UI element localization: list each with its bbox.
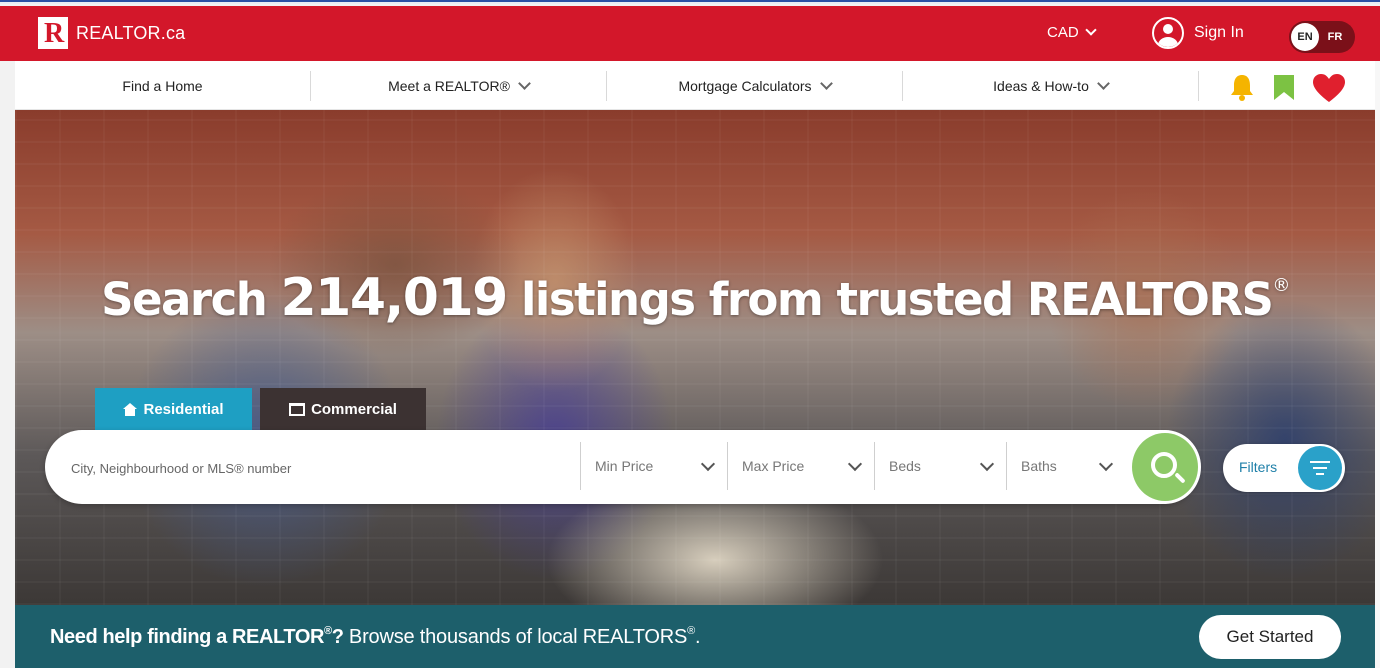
chevron-down-icon	[700, 456, 716, 471]
lang-en-option[interactable]: EN	[1291, 23, 1319, 51]
hero-title-suffix: listings from trusted REALTORS	[506, 273, 1274, 326]
building-icon	[289, 402, 306, 416]
banner-bold-end: ?	[331, 626, 344, 648]
sign-in-button[interactable]: Sign In	[1152, 17, 1244, 49]
get-started-button[interactable]: Get Started	[1199, 615, 1341, 659]
chevron-down-icon	[1096, 76, 1110, 90]
browser-top-line	[0, 0, 1380, 4]
currency-label: CAD	[1047, 24, 1079, 41]
banner-bold-text: Need help finding a REALTOR®?	[50, 625, 344, 648]
currency-selector[interactable]: CAD	[1047, 24, 1097, 41]
find-realtor-banner: Need help finding a REALTOR®? Browse tho…	[15, 605, 1375, 668]
main-nav: Find a Home Meet a REALTOR® Mortgage Cal…	[15, 61, 1375, 110]
registered-mark: ®	[324, 625, 332, 637]
bell-icon[interactable]	[1229, 73, 1255, 101]
nav-divider	[1198, 71, 1199, 101]
chevron-down-icon	[819, 76, 833, 90]
sign-in-label: Sign In	[1194, 24, 1244, 41]
chevron-down-icon	[1098, 456, 1114, 471]
tab-residential[interactable]: Residential	[95, 388, 252, 430]
nav-item-label: Ideas & How-to	[993, 77, 1089, 94]
banner-regular-label: Browse thousands of local REALTORS	[343, 626, 688, 648]
listing-count: 214,019	[280, 268, 508, 328]
logo-letter: R	[44, 18, 65, 49]
language-toggle[interactable]: EN FR	[1289, 21, 1355, 53]
banner-text: Need help finding a REALTOR®? Browse tho…	[50, 625, 701, 649]
nav-item-label: Meet a REALTOR®	[388, 77, 510, 94]
lang-fr-option[interactable]: FR	[1319, 31, 1351, 43]
dropdown-label: Beds	[889, 458, 921, 474]
filters-label: Filters	[1239, 459, 1278, 475]
tab-commercial[interactable]: Commercial	[260, 388, 426, 430]
filters-button[interactable]: Filters	[1223, 444, 1345, 492]
search-button[interactable]	[1129, 430, 1201, 504]
nav-item-label: Find a Home	[122, 77, 203, 94]
nav-ideas-how-to[interactable]: Ideas & How-to	[903, 61, 1198, 110]
beds-dropdown[interactable]: Beds	[874, 442, 1006, 490]
registered-mark: ®	[1272, 275, 1290, 296]
nav-find-a-home[interactable]: Find a Home	[15, 61, 310, 110]
chevron-down-icon	[979, 456, 995, 471]
nav-item-label: Mortgage Calculators	[678, 77, 812, 94]
dropdown-label: Baths	[1021, 458, 1057, 474]
hero-title-prefix: Search	[101, 273, 281, 326]
max-price-dropdown[interactable]: Max Price	[727, 442, 874, 490]
top-header: R REALTOR.ca CAD Sign In EN FR	[0, 6, 1380, 61]
user-icon	[1152, 17, 1184, 49]
nav-mortgage-calculators[interactable]: Mortgage Calculators	[607, 61, 902, 110]
bookmark-icon[interactable]	[1273, 74, 1295, 101]
search-bar: Min Price Max Price Beds Baths	[45, 430, 1201, 504]
hero-section: Search 214,019 listings from trusted REA…	[15, 110, 1375, 605]
search-icon	[1151, 452, 1177, 478]
chevron-down-icon	[518, 76, 531, 90]
registered-mark: ®	[687, 625, 696, 637]
hero-title: Search 214,019 listings from trusted REA…	[15, 268, 1375, 328]
min-price-dropdown[interactable]: Min Price	[580, 442, 727, 490]
page: R REALTOR.ca CAD Sign In EN FR Find a Ho…	[0, 0, 1380, 668]
tab-label: Residential	[143, 400, 224, 418]
page-margin	[1375, 61, 1380, 668]
logo-text: REALTOR.ca	[76, 22, 186, 43]
search-input[interactable]	[71, 454, 551, 482]
banner-text-end: .	[695, 626, 701, 648]
chevron-down-icon	[847, 456, 863, 471]
nav-meet-a-realtor[interactable]: Meet a REALTOR®	[311, 61, 606, 110]
realtor-logo-mark: R	[38, 17, 68, 49]
filter-icon	[1298, 446, 1342, 490]
chevron-down-icon	[1085, 24, 1097, 36]
dropdown-label: Min Price	[595, 458, 654, 474]
baths-dropdown[interactable]: Baths	[1006, 442, 1125, 490]
house-icon	[123, 402, 138, 416]
dropdown-label: Max Price	[742, 458, 805, 474]
banner-bold-label: Need help finding a REALTOR	[50, 626, 325, 648]
realtor-logo[interactable]: R REALTOR.ca	[38, 17, 185, 49]
heart-icon[interactable]	[1312, 73, 1346, 103]
tab-label: Commercial	[311, 400, 397, 418]
